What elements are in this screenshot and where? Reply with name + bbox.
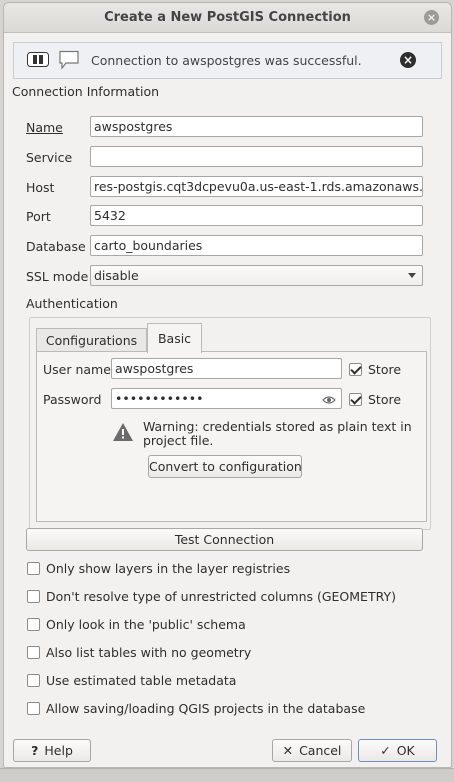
host-label: Host	[26, 180, 55, 195]
service-label: Service	[26, 150, 73, 165]
name-field[interactable]: awspostgres	[90, 116, 423, 137]
option-checkbox[interactable]	[27, 702, 40, 715]
option-checkbox[interactable]	[27, 674, 40, 687]
option-label: Allow saving/loading QGIS projects in th…	[46, 701, 366, 716]
store-username-checkbox[interactable]	[349, 363, 362, 376]
help-icon: ?	[31, 743, 39, 758]
service-field[interactable]	[90, 146, 423, 167]
tab-configurations[interactable]: Configurations	[36, 328, 147, 351]
option-checkbox[interactable]	[27, 590, 40, 603]
chevron-down-icon	[408, 273, 416, 278]
ok-button[interactable]: ✓ OK	[358, 739, 437, 762]
ssl-mode-select[interactable]: disable	[90, 265, 423, 286]
password-label: Password	[43, 392, 102, 407]
message-status-icon	[27, 52, 49, 67]
store-password-checkbox[interactable]	[349, 393, 362, 406]
password-field[interactable]: ••••••••••••	[111, 388, 342, 409]
option-label: Only show layers in the layer registries	[46, 561, 291, 576]
option-checkbox[interactable]	[27, 618, 40, 631]
test-connection-button[interactable]: Test Connection	[26, 528, 423, 551]
warning-text-line2: project file.	[143, 433, 214, 448]
warning-icon	[112, 422, 134, 442]
connection-dialog: Create a New PostGIS Connection × Connec…	[3, 2, 452, 768]
authentication-title: Authentication	[26, 296, 118, 311]
username-field[interactable]: awspostgres	[111, 358, 342, 379]
checkmark-icon: ✓	[380, 743, 391, 758]
option-checkbox[interactable]	[27, 562, 40, 575]
option-label: Don't resolve type of unrestricted colum…	[46, 589, 396, 604]
message-close-icon[interactable]: ×	[400, 52, 416, 68]
tab-basic[interactable]: Basic	[147, 323, 202, 353]
cancel-button[interactable]: ✕ Cancel	[272, 739, 352, 762]
name-label: Name	[26, 120, 63, 135]
warning-text-line1: Warning: credentials stored as plain tex…	[143, 419, 412, 434]
window-title: Create a New PostGIS Connection	[104, 10, 351, 25]
database-label: Database	[26, 239, 86, 254]
section-title-connection: Connection Information	[12, 84, 160, 99]
title-bar: Create a New PostGIS Connection ×	[4, 3, 451, 33]
port-field[interactable]: 5432	[90, 205, 423, 226]
message-text: Connection to awspostgres was successful…	[91, 53, 362, 68]
ssl-mode-label: SSL mode	[26, 269, 89, 284]
help-button[interactable]: ? Help	[13, 739, 91, 762]
window-close-icon[interactable]: ×	[424, 10, 439, 25]
store-username-label: Store	[368, 362, 402, 377]
eye-icon[interactable]	[322, 393, 336, 408]
port-label: Port	[26, 209, 51, 224]
store-password-label: Store	[368, 392, 402, 407]
option-label: Only look in the 'public' schema	[46, 617, 246, 632]
background-status-strip	[0, 768, 454, 782]
option-label: Also list tables with no geometry	[46, 645, 252, 660]
convert-to-configuration-button[interactable]: Convert to configuration	[148, 455, 302, 478]
ssl-mode-value: disable	[94, 268, 139, 283]
username-label: User name	[43, 362, 111, 377]
password-value: ••••••••••••	[115, 391, 204, 406]
host-field[interactable]: res-postgis.cqt3dcpevu0a.us-east-1.rds.a…	[90, 176, 423, 197]
cancel-icon: ✕	[282, 743, 294, 758]
message-bubble-icon	[58, 50, 80, 70]
database-field[interactable]: carto_boundaries	[90, 235, 423, 256]
option-label: Use estimated table metadata	[46, 673, 237, 688]
message-bar: Connection to awspostgres was successful…	[13, 42, 442, 79]
option-checkbox[interactable]	[27, 646, 40, 659]
